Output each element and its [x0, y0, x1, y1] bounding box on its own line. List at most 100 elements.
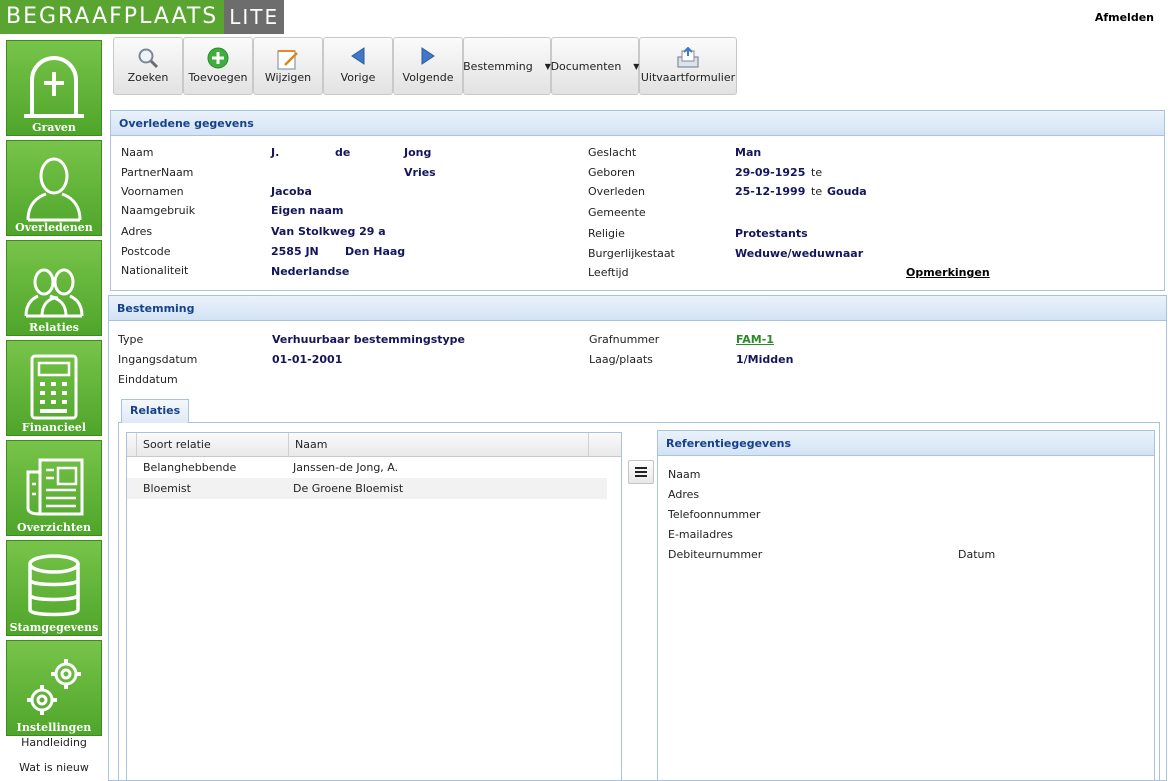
value-geboren: 29-09-1925 [735, 166, 806, 179]
column-naam[interactable]: Naam [288, 433, 588, 456]
tab-relaties[interactable]: Relaties [121, 399, 190, 423]
label-overleden: Overleden [588, 185, 646, 198]
column-soort-relatie[interactable]: Soort relatie [136, 433, 288, 456]
next-button[interactable]: Volgende [393, 37, 463, 95]
funeral-form-button[interactable]: Uitvaartformulier [639, 37, 737, 95]
label-adres: Adres [121, 225, 153, 238]
grid-header: Soort relatie Naam [127, 433, 621, 457]
label-religie: Religie [588, 227, 625, 240]
plus-circle-icon [207, 47, 229, 69]
table-row[interactable]: Belanghebbende Janssen-de Jong, A. [127, 457, 607, 478]
logo-main: Begraafplaats [0, 0, 225, 34]
value-achternaam: Jong [404, 146, 432, 159]
label-naamgebruik: Naamgebruik [121, 204, 196, 217]
destination-panel-title: Bestemming [108, 295, 1167, 321]
button-label: Wijzigen [264, 71, 312, 84]
value-plaats: Den Haag [345, 245, 406, 258]
label-ref-email: E-mailadres [668, 528, 733, 541]
label-ingangsdatum: Ingangsdatum [118, 353, 198, 366]
label-partner: PartnerNaam [121, 166, 194, 179]
nav-instellingen[interactable]: Instellingen [6, 640, 102, 736]
label-ref-telefoon: Telefoonnummer [668, 508, 761, 521]
nav-label: Overzichten [17, 521, 91, 534]
label-geboren: Geboren [588, 166, 636, 179]
search-button[interactable]: Zoeken [113, 37, 183, 95]
label-ref-datum: Datum [958, 548, 996, 561]
nav-label: Overledenen [15, 221, 93, 234]
nav-stamgegevens[interactable]: Stamgegevens [6, 540, 102, 636]
documents-dropdown[interactable]: Documenten ▼ [551, 37, 639, 95]
nav-overzichten[interactable]: Overzichten [6, 440, 102, 536]
relations-grid: Soort relatie Naam Belanghebbende Jansse… [126, 432, 622, 781]
add-button[interactable]: Toevoegen [183, 37, 253, 95]
nav-label: Graven [32, 121, 76, 134]
destination-dropdown[interactable]: Bestemming ▼ [463, 37, 551, 95]
arrow-right-icon [421, 47, 435, 65]
manual-link[interactable]: Handleiding [0, 736, 108, 749]
label-ref-debiteur: Debiteurnummer [668, 548, 763, 561]
button-label: Volgende [402, 71, 454, 84]
edit-button[interactable]: Wijzigen [253, 37, 323, 95]
label-grafnummer: Grafnummer [589, 333, 660, 346]
magnifier-icon [138, 48, 159, 69]
logout-link[interactable]: Afmelden [1095, 11, 1154, 24]
label-gemeente: Gemeente [588, 206, 646, 219]
form-export-icon [677, 47, 699, 68]
button-label: Bestemming [463, 59, 533, 73]
deceased-panel-title: Overledene gegevens [110, 110, 1165, 136]
nav-relaties[interactable]: Relaties [6, 240, 102, 336]
button-label: Zoeken [127, 71, 169, 84]
whats-new-link[interactable]: Wat is nieuw [0, 761, 108, 774]
value-burgerlijkestaat: Weduwe/weduwnaar [735, 247, 864, 260]
nav-label: Stamgegevens [9, 621, 99, 634]
hamburger-menu-button[interactable] [628, 460, 654, 484]
nav-overledenen[interactable]: Overledenen [6, 140, 102, 236]
reference-panel-title: Referentiegegevens [657, 430, 1155, 456]
value-partner: Vries [404, 166, 436, 179]
button-label: Uitvaartformulier [640, 71, 736, 84]
app-logo: Begraafplaats lite [0, 0, 285, 34]
value-ingangsdatum: 01-01-2001 [272, 353, 343, 366]
table-row[interactable]: Bloemist De Groene Bloemist [127, 478, 607, 499]
value-adres: Van Stolkweg 29 a [271, 225, 386, 238]
gears-icon [27, 659, 81, 715]
person-icon [26, 157, 82, 222]
cell-soort: Belanghebbende [143, 461, 237, 474]
people-icon [24, 268, 84, 318]
value-tussenvoegsel: de [335, 146, 351, 159]
column-spacer [588, 433, 607, 456]
arrow-left-icon [351, 47, 365, 65]
label-einddatum: Einddatum [118, 373, 178, 386]
button-label: Vorige [340, 71, 376, 84]
previous-button[interactable]: Vorige [323, 37, 393, 95]
tombstone-icon [24, 56, 84, 118]
value-voornamen: Jacoba [271, 185, 312, 198]
nav-financieel[interactable]: Financieel [6, 340, 102, 436]
reference-panel [657, 456, 1155, 781]
nav-label: Instellingen [16, 721, 92, 734]
label-voornamen: Voornamen [121, 185, 184, 198]
nav-label: Financieel [21, 421, 87, 434]
database-icon [28, 554, 80, 617]
toolbar: Zoeken Toevoegen Wijzigen Vorige Volgend… [113, 37, 737, 97]
cell-naam: Janssen-de Jong, A. [293, 461, 399, 474]
button-label: Documenten [550, 59, 622, 73]
overleden-te: te [811, 185, 823, 198]
grave-number-link[interactable]: FAM-1 [736, 333, 774, 346]
tab-strip: Relaties [118, 397, 1160, 423]
label-burgerlijkestaat: Burgerlijkestaat [588, 247, 675, 260]
nav-label: Relaties [29, 321, 79, 334]
button-label: Toevoegen [188, 71, 248, 84]
label-laag-plaats: Laag/plaats [589, 353, 653, 366]
cell-naam: De Groene Bloemist [293, 482, 404, 495]
logo-lite: lite [224, 0, 285, 34]
calculator-icon [30, 354, 78, 420]
value-overleden-plaats: Gouda [827, 185, 867, 198]
value-laag-plaats: 1/Midden [736, 353, 794, 366]
value-overleden: 25-12-1999 [735, 185, 806, 198]
sidebar: Graven Overledenen Relaties Financieel O… [6, 40, 102, 740]
nav-graven[interactable]: Graven [6, 40, 102, 136]
remarks-link[interactable]: Opmerkingen [906, 266, 990, 279]
label-ref-adres: Adres [668, 488, 700, 501]
cell-soort: Bloemist [143, 482, 191, 495]
